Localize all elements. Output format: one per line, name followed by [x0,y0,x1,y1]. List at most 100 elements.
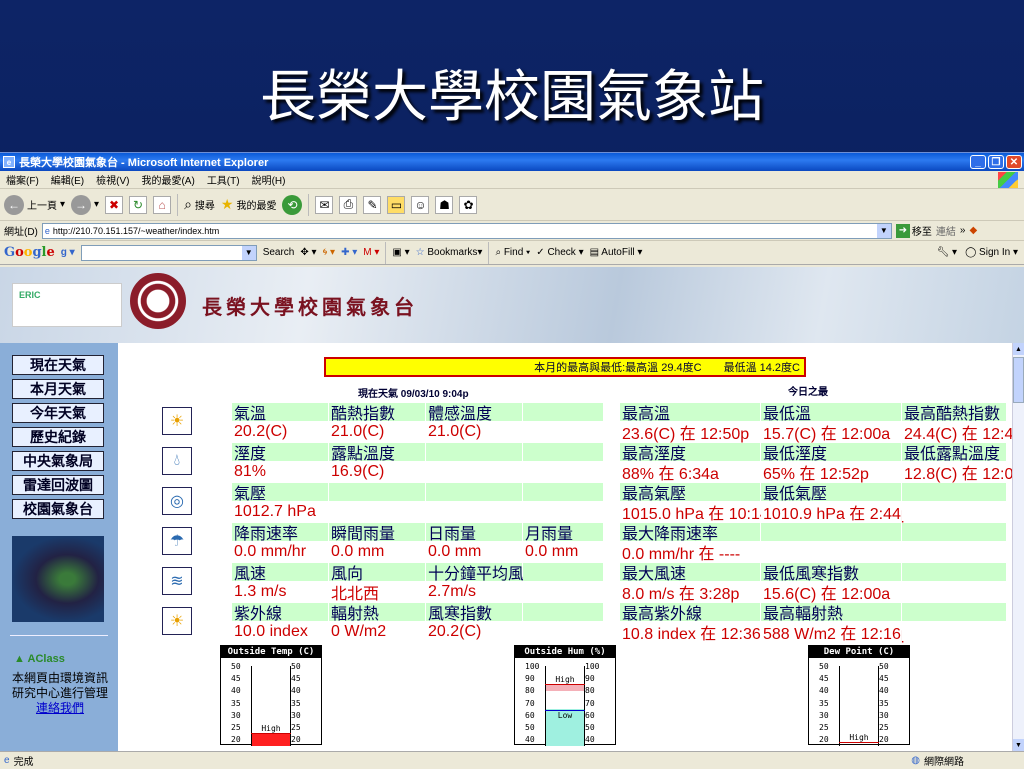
favorites-button[interactable]: ★ 我的最愛 [221,196,277,213]
site-title: 長榮大學校園氣象台 [202,295,418,319]
table-cell [902,543,1006,561]
find-button[interactable]: ⌕ Find ▾ [495,247,530,258]
table-cell: 最低氣壓 [761,483,901,503]
today-row: 8.0 m/s 在 3:28p 15.6(C) 在 12:00a [620,583,1007,603]
go-button[interactable]: ➜ 移至 [895,223,932,238]
table-cell: 21.0(C) [426,423,522,441]
scroll-thumb[interactable] [1013,357,1024,403]
nav-button[interactable]: 現在天氣 [12,355,104,375]
gauge-tick: 50 [291,662,301,671]
nav-button[interactable]: 校園氣象台 [12,499,104,519]
gauge-tick: 30 [879,710,889,720]
bookmarks-button[interactable]: ☆ Bookmarks▾ [416,247,483,258]
restore-button[interactable]: ❐ [988,155,1004,169]
spell-check-button[interactable]: ✓ Check ▾ [536,247,583,258]
refresh-icon[interactable]: ↻ [129,195,148,214]
scroll-down-icon[interactable]: ▼ [1013,739,1024,751]
back-button[interactable]: ← 上一頁 ▾ [4,194,65,215]
table-cell: 最高紫外線 [620,603,760,623]
table-cell: 最低溫 [761,403,901,423]
scroll-up-icon[interactable]: ▲ [1013,343,1024,355]
menu-item[interactable]: 我的最愛(A) [141,172,194,187]
table-cell [523,563,603,581]
gauge-tick: 35 [291,698,301,708]
table-cell: 2.7m/s [426,583,522,601]
table-cell [329,503,425,521]
table-cell [902,563,1006,581]
close-button[interactable]: ✕ [1006,155,1022,169]
gauge-tick: 25 [879,723,889,732]
autofill-button[interactable]: ▤ AutoFill ▾ [590,247,643,258]
google-g-icon[interactable]: g ▾ [61,247,75,258]
print-icon[interactable]: ⎙ [339,195,358,214]
table-cell [523,483,603,501]
table-cell [426,443,522,461]
history-icon[interactable]: ⟲ [282,194,303,215]
gauge-high-marker: High [839,733,879,744]
gauge-tick: 45 [819,674,829,684]
popup-blocker-icon[interactable]: ▣ ▾ [392,247,409,258]
contact-link[interactable]: 連絡我們 [36,701,84,715]
signin-button[interactable]: ◯ Sign In ▾ [965,247,1018,258]
menu-item[interactable]: 編輯(E) [51,172,84,187]
table-cell: 0.0 mm [329,543,425,561]
nav-button[interactable]: 歷史紀錄 [12,427,104,447]
status-bar: e 完成 ◍ 網際網路 [0,751,1024,769]
butterfly-icon[interactable]: ✿ [459,195,478,214]
wrench-icon[interactable]: 🔧︎ ▾ [937,247,958,258]
search-button[interactable]: ⌕ 搜尋 [184,196,215,213]
gauge-tick: 40 [819,686,829,696]
nav-button[interactable]: 雷達回波圖 [12,475,104,495]
gauge-tick: 45 [291,674,301,684]
links-label[interactable]: 連結 [936,223,956,238]
forward-button[interactable]: → ▾ [71,194,99,215]
chevron-down-icon[interactable]: ▼ [241,245,256,260]
today-extremes-title: 今日之最 [788,387,828,398]
google-search-input[interactable]: ▼ [80,244,257,261]
nav-button[interactable]: 本月天氣 [12,379,104,399]
windows-logo-icon [998,172,1018,188]
messenger-icon[interactable]: ☺ [411,195,430,214]
chevron-down-icon[interactable]: ▼ [876,223,891,238]
edit-icon[interactable]: ✎ [363,195,382,214]
table-cell: 酷熱指數 [329,403,425,423]
search-icon: ⌕ [184,196,192,212]
google-search-button[interactable]: Search [263,247,295,258]
vertical-scrollbar[interactable]: ▲ ▼ [1012,343,1024,751]
spiral-icon[interactable]: 🌀︎ ▾ [323,247,336,258]
minimize-button[interactable]: _ [970,155,986,169]
gauge-title: Outside Temp (C) [221,646,321,658]
side-nav: ▲ AClass 本網頁由環境資訊研究中心進行管理 連絡我們 現在天氣 本月天氣今… [0,343,118,751]
table-cell: 20.2(C) [426,623,522,641]
nav-button[interactable]: 中央氣象局 [12,451,104,471]
table-cell: 月雨量 [523,523,603,543]
current-row: 溼度 露點溫度 [232,443,604,463]
address-input[interactable]: e http://210.70.151.157/~weather/index.h… [41,222,892,239]
menu-item[interactable]: 檔案(F) [6,172,39,187]
folder-icon[interactable]: ▭ [387,195,406,214]
mail-icon[interactable]: ✉ [315,195,334,214]
current-weather-title: 現在天氣 09/03/10 9:04p [358,389,469,400]
menu-item[interactable]: 工具(T) [207,172,240,187]
gmail-icon[interactable]: M ▾ [363,247,379,258]
rain-icon: ☂ [162,527,192,555]
wind-icon: ≋ [162,567,192,595]
research-icon[interactable]: ☗ [435,195,454,214]
nav-button[interactable]: 今年天氣 [12,403,104,423]
gauge: Outside Temp (C) 50 45 40 35 30 25 20 50 45 40 35 30… [220,645,322,746]
table-cell: 12.8(C) 在 12:00a [902,463,1024,483]
stop-icon[interactable]: ✖ [105,195,124,214]
plus-icon[interactable]: ✚ ▾ [341,247,357,258]
gauge-tick: 50 [585,723,595,732]
menu-item[interactable]: 檢視(V) [96,172,129,187]
current-row: 1.3 m/s 北北西 2.7m/s [232,583,604,603]
home-icon[interactable]: ⌂ [153,195,172,214]
today-row: 88% 在 6:34a 65% 在 12:52p 12.8(C) 在 12:00a [620,463,1024,483]
puzzle-icon[interactable]: ✥ ▾ [300,247,316,258]
credit-text: 本網頁由環境資訊研究中心進行管理 連絡我們 [11,671,108,715]
eric-logo[interactable]: ERIC [12,283,122,327]
norton-icon[interactable]: ◆ [969,225,977,236]
table-cell: 15.6(C) 在 12:00a [761,583,901,603]
menu-item[interactable]: 說明(H) [252,172,286,187]
taiwan-map-image[interactable] [12,536,104,622]
